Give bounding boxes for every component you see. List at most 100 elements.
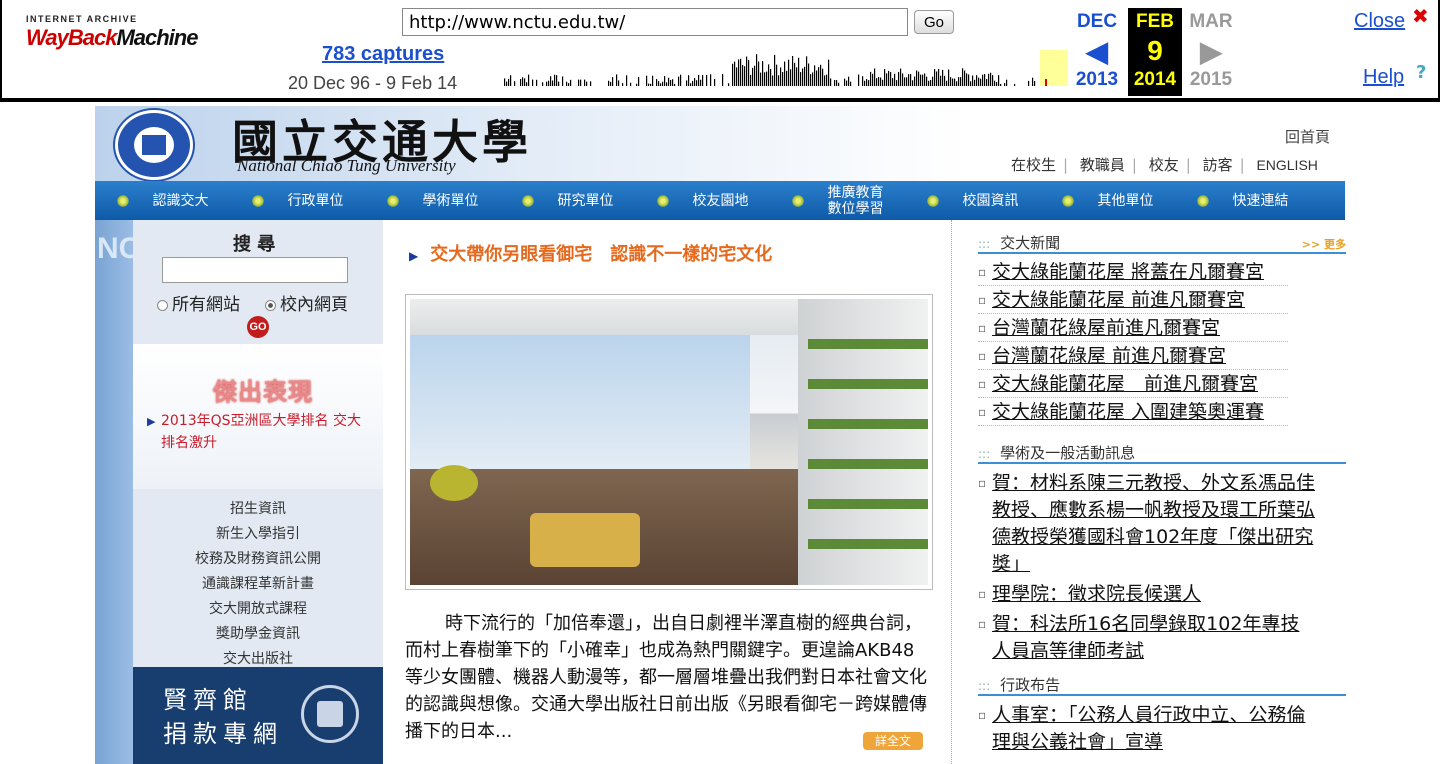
capture-bar: [970, 81, 972, 86]
nav-item[interactable]: 認識交大: [95, 193, 230, 209]
headline[interactable]: ▶ 交大帶你另眼看御宅 認識不一樣的宅文化: [409, 240, 772, 266]
quick-link[interactable]: 通識課程革新計畫: [133, 572, 383, 597]
nav-item[interactable]: 其他單位: [1040, 193, 1175, 209]
news-item[interactable]: 台灣蘭花綠屋前進凡爾賽宮: [978, 314, 1288, 342]
quick-link[interactable]: 校務及財務資訊公開: [133, 547, 383, 572]
nav-item[interactable]: 行政單位: [230, 193, 365, 209]
capture-bar: [950, 77, 952, 86]
url-input[interactable]: [402, 8, 908, 36]
news-item[interactable]: 交大綠能蘭花屋 前進凡爾賽宮: [978, 286, 1288, 314]
search-go-button[interactable]: GO: [247, 316, 269, 338]
capture-bar: [610, 81, 612, 86]
news-item[interactable]: 交大綠能蘭花屋 入圍建築奧運賽: [978, 398, 1288, 426]
quick-link[interactable]: 新生入學指引: [133, 522, 383, 547]
read-more-button[interactable]: 詳全文: [863, 732, 923, 750]
link-alumni[interactable]: 校友: [1149, 156, 1179, 174]
close-link[interactable]: Close: [1354, 10, 1405, 33]
donation-banner[interactable]: 賢齊館 捐款專網: [133, 667, 383, 764]
nav-item[interactable]: 快速連結: [1175, 193, 1310, 209]
search-all-sites-option[interactable]: 所有網站: [157, 290, 240, 315]
quick-link[interactable]: 招生資訊: [133, 497, 383, 522]
news-item[interactable]: 台灣蘭花綠屋 前進凡爾賽宮: [978, 342, 1288, 370]
capture-bar: [760, 72, 762, 86]
academic-item[interactable]: 賀：材料系陳三元教授、外文系馮品佳教授、應數系楊一帆教授及環工所葉弘德教授榮獲國…: [978, 470, 1318, 578]
capture-bar: [828, 59, 830, 86]
nav-item[interactable]: 推廣教育 數位學習: [770, 185, 905, 217]
news-list: 交大綠能蘭花屋 將蓋在凡爾賽宮 交大綠能蘭花屋 前進凡爾賽宮 台灣蘭花綠屋前進凡…: [978, 258, 1346, 426]
capture-bar: [674, 83, 676, 86]
next-capture[interactable]: MAR ▶ 2015: [1184, 8, 1238, 96]
capture-bar: [556, 75, 558, 86]
nav-item[interactable]: 校園資訊: [905, 193, 1040, 209]
capture-bar: [904, 77, 906, 86]
capture-bar: [532, 79, 534, 86]
academic-item[interactable]: 賀：科法所16名同學錄取102年專技人員高等律師考試: [978, 611, 1318, 665]
search-campus-option[interactable]: 校內網頁: [265, 290, 348, 315]
capture-bar: [562, 76, 564, 86]
home-link[interactable]: 回首頁: [1285, 126, 1330, 147]
quick-link[interactable]: 獎助學金資訊: [133, 622, 383, 647]
capture-bar: [898, 72, 900, 86]
capture-bar: [920, 74, 922, 86]
news-item[interactable]: 交大綠能蘭花屋 前進凡爾賽宮: [978, 370, 1288, 398]
university-name-en: National Chiao Tung University: [237, 156, 456, 175]
capture-bar: [800, 72, 802, 86]
main-content: ▶ 交大帶你另眼看御宅 認識不一樣的宅文化 時下流行的「加倍奉還」，出自日劇裡半澤…: [383, 220, 951, 764]
capture-bar: [804, 66, 806, 86]
capture-bar: [808, 63, 810, 86]
capture-bar: [798, 57, 800, 86]
academic-item[interactable]: 理學院：徵求院長候選人: [978, 581, 1318, 608]
search-input[interactable]: [162, 257, 348, 283]
link-english[interactable]: ENGLISH: [1256, 157, 1317, 173]
left-sidebar: NCTU 搜 尋 所有網站 校內網頁 GO 傑出表現 ▶2013年QS亞洲區大學…: [95, 220, 383, 764]
quick-link[interactable]: 交大開放式課程: [133, 597, 383, 622]
capture-bar: [984, 74, 986, 86]
internet-archive-label: INTERNET ARCHIVE: [26, 14, 138, 24]
capture-bar: [656, 79, 658, 86]
capture-bar: [744, 66, 746, 86]
link-visitors[interactable]: 訪客: [1203, 156, 1233, 174]
capture-bar: [782, 71, 784, 86]
captures-link[interactable]: 783 captures: [322, 43, 444, 66]
capture-bar: [978, 77, 980, 86]
help-icon[interactable]: ?: [1416, 62, 1426, 83]
more-link[interactable]: >> 更多: [1302, 236, 1346, 252]
capture-bar: [524, 78, 526, 86]
capture-bar: [790, 69, 792, 86]
link-staff[interactable]: 教職員: [1080, 156, 1125, 174]
current-capture-marker: [1045, 79, 1047, 86]
nav-bullet-icon: [791, 194, 804, 207]
nav-item[interactable]: 學術單位: [365, 193, 500, 209]
story-photo[interactable]: [405, 294, 933, 590]
university-emblem-icon[interactable]: [115, 110, 193, 180]
capture-bar: [700, 79, 702, 86]
capture-bar: [652, 75, 654, 86]
feature-link[interactable]: ▶ 2013年QS亞洲區大學排名 交大排名激升: [147, 410, 371, 454]
capture-bar: [846, 80, 848, 86]
link-students[interactable]: 在校生: [1011, 156, 1056, 174]
capture-bar: [980, 78, 982, 86]
wayback-logo[interactable]: INTERNET ARCHIVE WayBackMachine: [26, 14, 198, 64]
capture-bar: [714, 79, 716, 86]
admin-item[interactable]: 人事室：「公務人員行政中立、公務倫理與公義社會」宣導: [978, 702, 1318, 756]
capture-bar: [738, 59, 740, 86]
capture-bar: [858, 74, 860, 86]
prev-capture[interactable]: DEC ◀ 2013: [1070, 8, 1124, 96]
capture-bar: [568, 83, 570, 86]
help-link[interactable]: Help: [1363, 66, 1404, 89]
capture-bar: [554, 74, 556, 86]
prev-arrow-icon[interactable]: ◀: [1070, 35, 1124, 67]
capture-bar: [918, 71, 920, 86]
capture-sparkline[interactable]: [500, 48, 1070, 88]
next-arrow-icon[interactable]: ▶: [1184, 35, 1238, 67]
capture-bar: [630, 82, 632, 86]
capture-bar: [938, 69, 940, 86]
capture-bar: [990, 72, 992, 86]
news-item[interactable]: 交大綠能蘭花屋 將蓋在凡爾賽宮: [978, 258, 1288, 286]
go-button[interactable]: Go: [914, 10, 954, 34]
capture-bar: [994, 80, 996, 86]
nav-item[interactable]: 研究單位: [500, 193, 635, 209]
capture-bar: [916, 70, 918, 86]
close-icon[interactable]: ✖: [1412, 4, 1429, 28]
nav-item[interactable]: 校友園地: [635, 193, 770, 209]
